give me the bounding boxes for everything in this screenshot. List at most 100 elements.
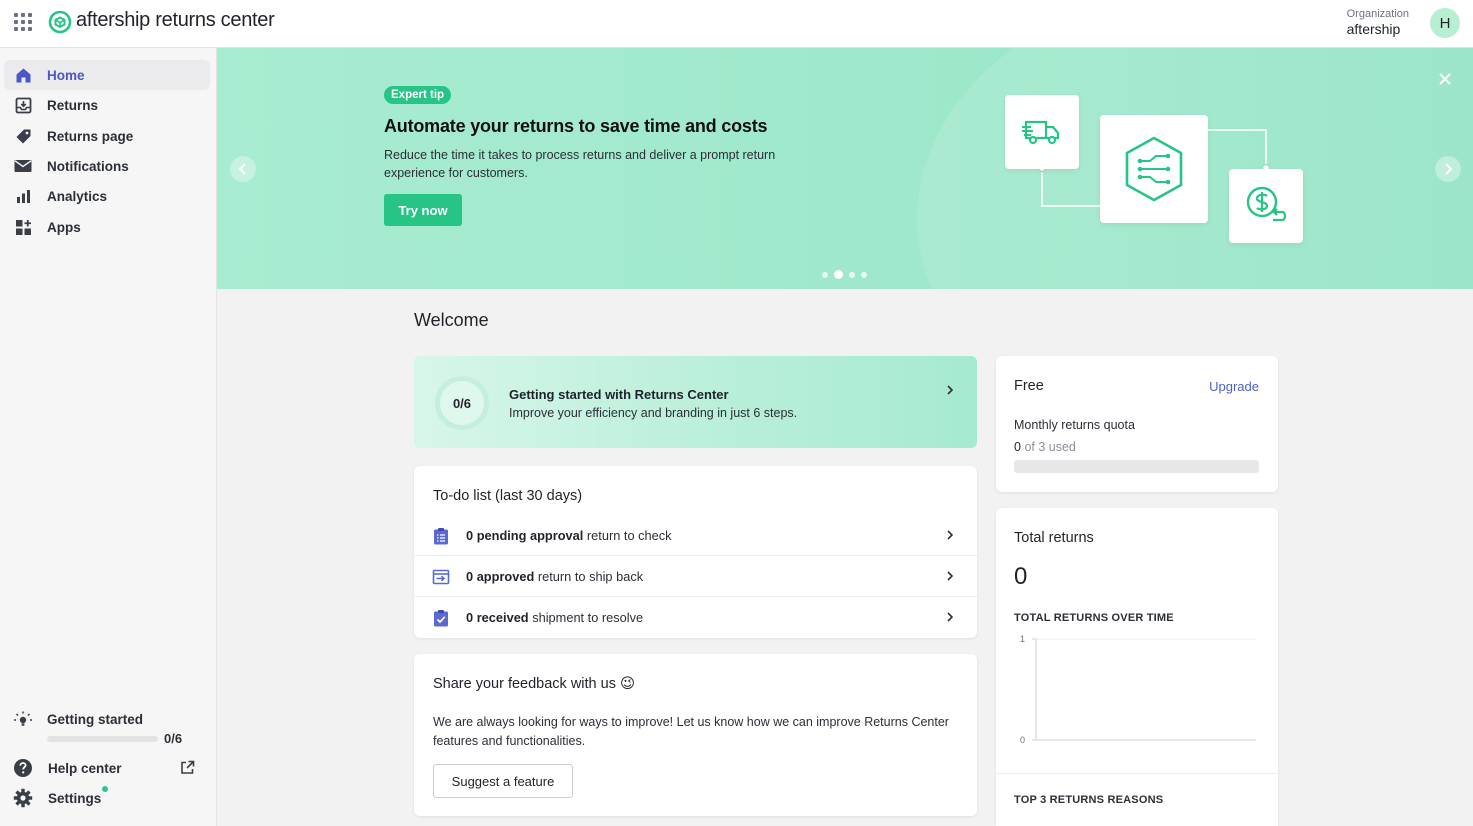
feedback-card: Share your feedback with us 😉 We are alw… [414, 654, 977, 816]
automation-hexagon-icon [1125, 136, 1183, 202]
lightbulb-icon [14, 711, 32, 726]
organization-switcher[interactable]: Organization aftership [1347, 8, 1409, 37]
banner-dot[interactable] [861, 271, 867, 278]
banner-title: Automate your returns to save time and c… [384, 116, 768, 136]
tag-icon [13, 126, 33, 146]
sidebar-item-label: Apps [47, 219, 81, 235]
expert-tip-banner: Expert tip Automate your returns to save… [217, 48, 1473, 289]
todo-card: To-do list (last 30 days) 0 pending appr… [414, 466, 977, 638]
bar-chart-icon [13, 186, 33, 206]
sidebar-item-notifications[interactable]: Notifications [4, 151, 210, 181]
refund-card [1229, 169, 1303, 243]
clipboard-list-icon [434, 527, 448, 544]
help-center-link[interactable]: Help center [13, 756, 203, 780]
quota-used: 0 of 3 used [1014, 440, 1076, 454]
settings-link[interactable]: Settings [13, 786, 203, 810]
feedback-text: We are always looking for ways to improv… [433, 715, 949, 748]
user-avatar[interactable]: H [1430, 8, 1460, 38]
total-returns-card: Total returns 0 TOTAL RETURNS OVER TIME … [996, 508, 1278, 826]
page-title: Welcome [414, 310, 489, 330]
quota-progress-bar [1014, 460, 1259, 473]
wink-emoji: 😉 [620, 676, 636, 692]
app-switcher-icon[interactable] [14, 13, 32, 31]
getting-started-card[interactable]: 0/6 Getting started with Returns Center … [414, 356, 977, 448]
getting-started-count: 0/6 [164, 731, 183, 746]
todo-row-text: 0 pending approval return to check [466, 528, 672, 543]
automation-hub-card [1100, 115, 1208, 223]
top-bar: aftership returns center Organization af… [0, 0, 1473, 48]
banner-pagination [822, 270, 867, 279]
sidebar-item-returns[interactable]: Returns [4, 90, 210, 120]
getting-started-title: Getting started with Returns Center [509, 387, 729, 402]
banner-description: Reduce the time it takes to process retu… [384, 148, 776, 180]
returns-over-time-title: TOTAL RETURNS OVER TIME [1014, 612, 1174, 624]
aftership-logo [48, 10, 72, 34]
apps-plus-icon [13, 217, 33, 237]
total-returns-title: Total returns [1014, 530, 1094, 546]
total-returns-value: 0 [1014, 563, 1028, 590]
sidebar-item-returns-page[interactable]: Returns page [4, 121, 210, 151]
home-icon [13, 65, 33, 85]
getting-started-label: Getting started [47, 712, 144, 727]
returns-over-time-chart: 1 0 [1020, 634, 1256, 745]
todo-row-received[interactable]: 0 received shipment to resolve [414, 597, 977, 638]
truck-icon [1022, 120, 1060, 145]
settings-notification-dot [102, 786, 108, 792]
plan-card: Free Upgrade Monthly returns quota 0 of … [996, 356, 1278, 492]
help-center-label: Help center [48, 760, 122, 776]
todo-row-pending-approval[interactable]: 0 pending approval return to check [414, 515, 977, 556]
sidebar-item-label: Notifications [47, 158, 129, 174]
settings-label: Settings [48, 790, 102, 806]
sidebar-item-home[interactable]: Home [4, 60, 210, 90]
todo-row-text: 0 approved return to ship back [466, 569, 644, 584]
organization-name: aftership [1346, 21, 1401, 37]
sidebar-item-label: Returns [47, 97, 99, 113]
chevron-right-icon [1445, 163, 1453, 175]
feedback-title: Share your feedback with us 😉 [433, 676, 636, 692]
plan-name: Free [1014, 378, 1044, 394]
help-circle-icon [14, 759, 32, 777]
chevron-right-icon [947, 530, 954, 540]
chevron-right-icon [947, 571, 954, 581]
envelope-icon [13, 156, 33, 176]
sidebar-item-apps[interactable]: Apps [4, 212, 210, 242]
inbox-return-icon [13, 95, 33, 115]
suggest-feature-button[interactable]: Suggest a feature [433, 764, 573, 798]
divider [996, 773, 1278, 774]
chevron-left-icon [238, 163, 246, 175]
sidebar-item-label: Analytics [47, 188, 108, 204]
gear-icon [13, 788, 33, 808]
chevron-right-icon [947, 612, 954, 622]
sidebar-item-label: Home [47, 67, 85, 83]
getting-started-ring: 0/6 [435, 376, 489, 430]
banner-dot[interactable] [822, 271, 828, 278]
expert-tip-badge: Expert tip [384, 86, 452, 104]
clipboard-check-icon [434, 609, 448, 626]
brand-name: aftership returns center [76, 9, 275, 31]
external-link-icon [181, 760, 195, 774]
close-icon[interactable] [1438, 72, 1452, 86]
chevron-right-icon [947, 385, 954, 395]
banner-dot[interactable] [849, 271, 855, 278]
banner-prev-button[interactable] [230, 156, 256, 182]
sidebar: Home Returns Returns page Notifications … [0, 48, 217, 826]
delivery-truck-card [1005, 95, 1079, 169]
organization-label: Organization [1346, 8, 1409, 20]
y-tick-label: 1 [1020, 634, 1025, 644]
todo-row-text: 0 received shipment to resolve [466, 610, 644, 625]
getting-started-bar [47, 736, 158, 742]
ship-back-icon [432, 569, 450, 584]
top-returns-reasons-title: TOP 3 RETURNS REASONS [1014, 794, 1164, 806]
banner-next-button[interactable] [1435, 156, 1461, 182]
todo-title: To-do list (last 30 days) [433, 488, 583, 504]
sidebar-item-analytics[interactable]: Analytics [4, 181, 210, 211]
banner-dot-active[interactable] [834, 270, 843, 279]
quota-label: Monthly returns quota [1014, 418, 1135, 432]
try-now-button[interactable]: Try now [384, 194, 462, 226]
getting-started-subtitle: Improve your efficiency and branding in … [509, 406, 798, 420]
todo-row-approved[interactable]: 0 approved return to ship back [414, 556, 977, 597]
y-tick-label: 0 [1020, 735, 1025, 745]
upgrade-link[interactable]: Upgrade [1209, 379, 1259, 394]
refund-dollar-icon [1246, 186, 1287, 222]
sidebar-item-label: Returns page [47, 128, 134, 144]
